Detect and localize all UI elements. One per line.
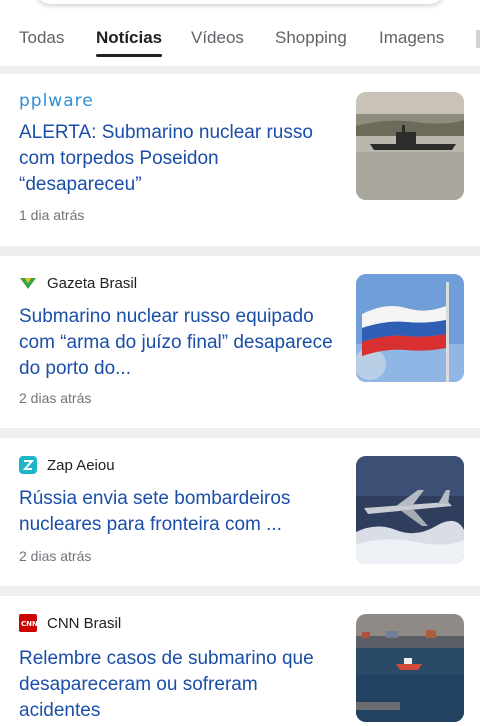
source-cnn-brasil: CNN CNN Brasil: [19, 614, 121, 632]
headline[interactable]: ALERTA: Submarino nuclear russo com torp…: [19, 120, 341, 198]
bomber-plane-photo[interactable]: [356, 456, 464, 564]
tab-shopping[interactable]: Shopping: [275, 28, 347, 48]
news-tabs-bar: Todas Notícias Vídeos Shopping Imagens: [0, 0, 480, 66]
headline[interactable]: Relembre casos de submarino que desapare…: [19, 646, 341, 724]
submarine-photo[interactable]: [356, 92, 464, 200]
source-name: CNN Brasil: [47, 614, 122, 632]
source-zap-aeiou: Zap Aeiou: [19, 456, 115, 474]
source-name: Gazeta Brasil: [47, 274, 138, 292]
headline[interactable]: Submarino nuclear russo equipado com “ar…: [19, 304, 341, 382]
tab-todas[interactable]: Todas: [19, 28, 64, 48]
source-gazeta-brasil: Gazeta Brasil: [19, 274, 137, 292]
news-card[interactable]: pplware ALERTA: Submarino nuclear russo …: [0, 74, 480, 246]
tab-videos[interactable]: Vídeos: [191, 28, 244, 48]
svg-text:CNN: CNN: [21, 620, 37, 628]
search-box-edge[interactable]: [36, 0, 444, 4]
source-pplware: pplware: [19, 92, 131, 110]
news-card[interactable]: CNN CNN Brasil Relembre casos de submari…: [0, 596, 480, 726]
active-tab-indicator: [96, 54, 162, 57]
tab-noticias[interactable]: Notícias: [96, 28, 162, 48]
gazeta-brasil-logo-icon: [19, 274, 37, 292]
news-card[interactable]: Gazeta Brasil Submarino nuclear russo eq…: [0, 256, 480, 428]
pplware-logo: pplware: [19, 92, 94, 110]
tab-imagens[interactable]: Imagens: [379, 28, 444, 48]
russian-flag-photo[interactable]: [356, 274, 464, 382]
headline[interactable]: Rússia envia sete bombardeiros nucleares…: [19, 486, 341, 538]
svg-text:pplware: pplware: [19, 92, 94, 110]
timestamp: 2 dias atrás: [19, 548, 92, 564]
harbor-photo[interactable]: [356, 614, 464, 722]
news-card[interactable]: Zap Aeiou Rússia envia sete bombardeiros…: [0, 438, 480, 586]
cnn-brasil-logo-icon: CNN: [19, 614, 37, 632]
zap-aeiou-logo-icon: [19, 456, 37, 474]
timestamp: 2 dias atrás: [19, 390, 92, 406]
source-name: Zap Aeiou: [47, 456, 115, 474]
timestamp: 1 dia atrás: [19, 207, 85, 223]
tab-overflow-edge: [476, 30, 480, 48]
